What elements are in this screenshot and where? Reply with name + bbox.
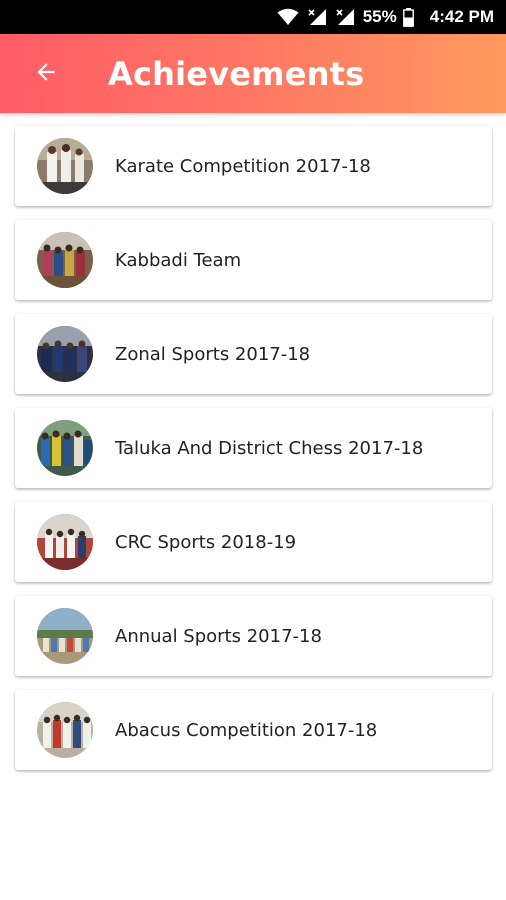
achievement-title: Zonal Sports 2017-18 <box>115 343 311 365</box>
arrow-left-icon <box>33 59 59 89</box>
achievement-title: Annual Sports 2017-18 <box>115 625 322 647</box>
app-bar: Achievements <box>0 34 506 113</box>
achievement-card-crc[interactable]: CRC Sports 2018-19 <box>15 502 492 582</box>
achievement-card-chess[interactable]: Taluka And District Chess 2017-18 <box>15 408 492 488</box>
battery-percent: 55% <box>362 7 397 26</box>
achievement-thumbnail <box>37 608 93 664</box>
signal-icon <box>307 8 327 26</box>
achievement-title: Taluka And District Chess 2017-18 <box>115 437 424 459</box>
achievement-thumbnail <box>37 514 93 570</box>
achievement-card-karate[interactable]: Karate Competition 2017-18 <box>15 126 492 206</box>
achievement-thumbnail <box>37 326 93 382</box>
achievement-title: CRC Sports 2018-19 <box>115 531 297 553</box>
page-title: Achievements <box>108 54 365 93</box>
achievements-list: Karate Competition 2017-18 Kabbadi Team <box>15 126 492 784</box>
achievement-card-abacus[interactable]: Abacus Competition 2017-18 <box>15 690 492 770</box>
achievement-card-annual[interactable]: Annual Sports 2017-18 <box>15 596 492 676</box>
status-bar: 55% 4:42 PM <box>0 0 506 34</box>
battery-icon <box>402 7 414 27</box>
clock: 4:42 PM <box>429 7 494 26</box>
achievement-title: Kabbadi Team <box>115 249 242 271</box>
achievement-card-zonal[interactable]: Zonal Sports 2017-18 <box>15 314 492 394</box>
achievement-thumbnail <box>37 138 93 194</box>
signal-icon <box>335 8 355 26</box>
achievement-card-kabbadi[interactable]: Kabbadi Team <box>15 220 492 300</box>
achievement-thumbnail <box>37 232 93 288</box>
achievement-thumbnail <box>37 420 93 476</box>
back-button[interactable] <box>24 52 68 96</box>
achievement-thumbnail <box>37 702 93 758</box>
wifi-icon <box>277 8 299 26</box>
achievement-title: Karate Competition 2017-18 <box>115 155 371 177</box>
achievement-title: Abacus Competition 2017-18 <box>115 719 378 741</box>
